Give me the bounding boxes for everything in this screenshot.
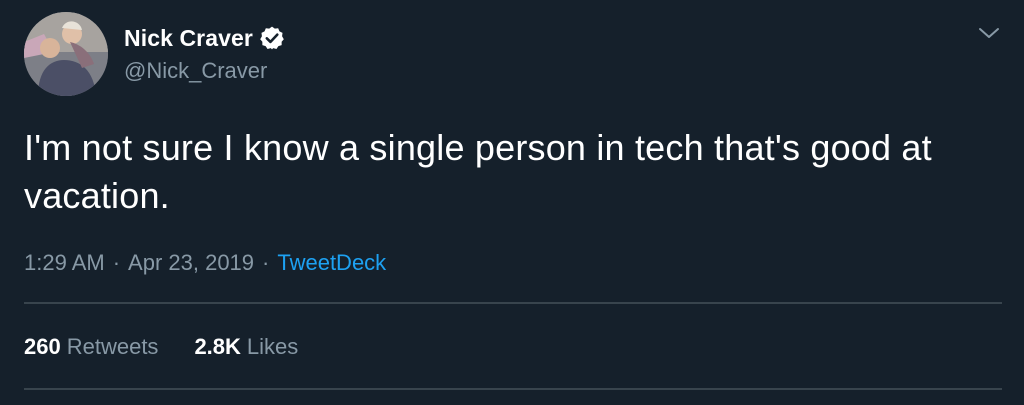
avatar[interactable] <box>24 12 108 96</box>
tweet-time[interactable]: 1:29 AM <box>24 250 105 275</box>
avatar-image <box>24 12 108 96</box>
retweets-count: 260 <box>24 334 61 359</box>
likes-label: Likes <box>246 334 299 359</box>
likes-count: 2.8K <box>194 334 241 359</box>
divider <box>24 388 1002 390</box>
verified-badge-icon <box>259 25 285 51</box>
likes-stat[interactable]: 2.8K Likes <box>194 334 298 360</box>
tweet-text: I'm not sure I know a single person in t… <box>24 124 1014 220</box>
tweet-text-line: vacation. <box>24 175 170 216</box>
retweets-label: Retweets <box>66 334 159 359</box>
tweet-card: Nick Craver @Nick_Craver I'm not sure I … <box>0 0 1024 405</box>
tweet-text-line: I'm not sure I know a single person in t… <box>24 127 932 168</box>
author-handle[interactable]: @Nick_Craver <box>124 58 267 84</box>
author-display-name[interactable]: Nick Craver <box>124 25 253 52</box>
tweet-date[interactable]: Apr 23, 2019 <box>128 250 254 275</box>
meta-separator: · <box>112 250 121 275</box>
tweet-source-link[interactable]: TweetDeck <box>277 250 386 275</box>
tweet-meta: 1:29 AM · Apr 23, 2019 · TweetDeck <box>24 250 386 276</box>
meta-separator: · <box>262 250 270 275</box>
divider <box>24 302 1002 304</box>
retweets-stat[interactable]: 260 Retweets <box>24 334 158 360</box>
chevron-down-icon[interactable] <box>976 22 1002 44</box>
author-name-row[interactable]: Nick Craver <box>124 22 285 54</box>
tweet-stats: 260 Retweets 2.8K Likes <box>24 334 298 360</box>
